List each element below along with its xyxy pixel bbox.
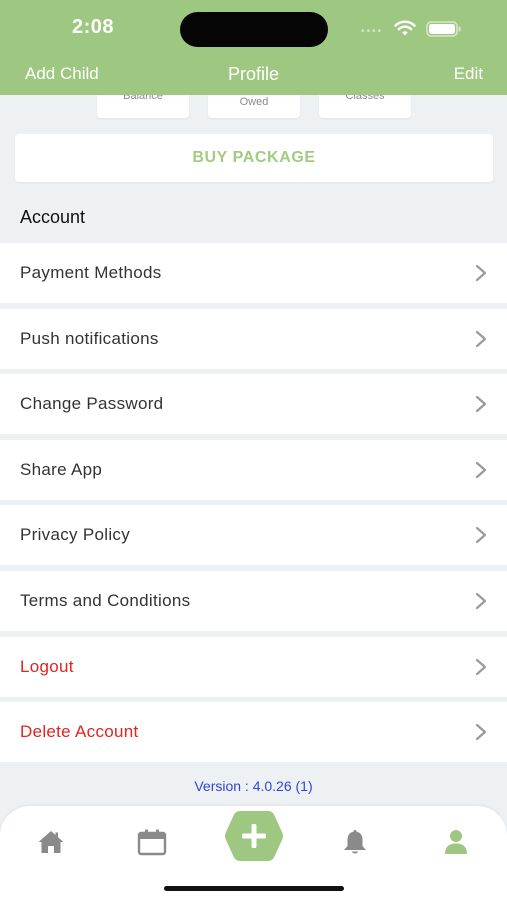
chevron-right-icon — [475, 330, 487, 347]
menu-item-label: Share App — [20, 459, 103, 479]
menu-item-delete-account[interactable]: Delete Account — [0, 702, 507, 763]
chevron-right-icon — [475, 396, 487, 413]
menu-item-label: Privacy Policy — [20, 525, 131, 545]
edit-button[interactable]: Edit — [454, 64, 483, 84]
menu-item-label: Delete Account — [20, 722, 139, 742]
tab-bar — [0, 806, 507, 900]
menu-item-privacy-policy[interactable]: Privacy Policy — [0, 505, 507, 566]
chevron-right-icon — [475, 461, 487, 478]
tab-notifications[interactable] — [335, 822, 375, 862]
chevron-right-icon — [475, 724, 487, 741]
menu-item-payment-methods[interactable]: Payment Methods — [0, 243, 507, 303]
menu-item-label: Change Password — [20, 394, 164, 414]
menu-item-share-app[interactable]: Share App — [0, 439, 507, 500]
menu-item-label: Logout — [20, 656, 74, 676]
user-icon — [445, 830, 467, 854]
bell-icon — [344, 830, 366, 854]
chevron-right-icon — [475, 527, 487, 544]
dynamic-island — [180, 12, 328, 47]
chevron-right-icon — [475, 592, 487, 610]
calendar-icon — [137, 829, 167, 856]
chevron-right-icon — [475, 658, 487, 675]
wifi-icon — [394, 20, 416, 36]
signal-dots-icon: •••• — [361, 26, 384, 37]
section-title-account: Account — [20, 207, 86, 227]
tab-profile[interactable] — [436, 822, 476, 862]
home-icon — [38, 831, 64, 853]
menu-item-push-notifications[interactable]: Push notifications — [0, 308, 507, 369]
menu-item-label: Push notifications — [20, 328, 159, 348]
battery-icon — [426, 21, 461, 37]
status-time: 2:08 — [72, 16, 115, 38]
menu-item-logout[interactable]: Logout — [0, 636, 507, 697]
menu-item-terms-and-conditions[interactable]: Terms and Conditions — [0, 570, 507, 631]
app-header: 2:08 •••• Add Child Profile Edit — [0, 0, 507, 95]
account-menu: Payment Methods Push notifications Chang… — [0, 243, 507, 768]
buy-package-button[interactable]: BUY PACKAGE — [15, 134, 493, 182]
add-button[interactable] — [224, 809, 284, 863]
home-indicator — [164, 886, 344, 891]
tab-home[interactable] — [31, 822, 71, 862]
plus-icon — [225, 811, 283, 861]
menu-item-label: Terms and Conditions — [20, 590, 191, 610]
menu-item-label: Payment Methods — [20, 263, 162, 282]
menu-item-change-password[interactable]: Change Password — [0, 374, 507, 435]
add-child-button[interactable]: Add Child — [25, 64, 99, 84]
version-label: Version : 4.0.26 (1) — [194, 778, 313, 794]
stat-label: Owed — [239, 96, 269, 108]
chevron-right-icon — [475, 264, 487, 282]
tab-calendar[interactable] — [132, 822, 172, 862]
